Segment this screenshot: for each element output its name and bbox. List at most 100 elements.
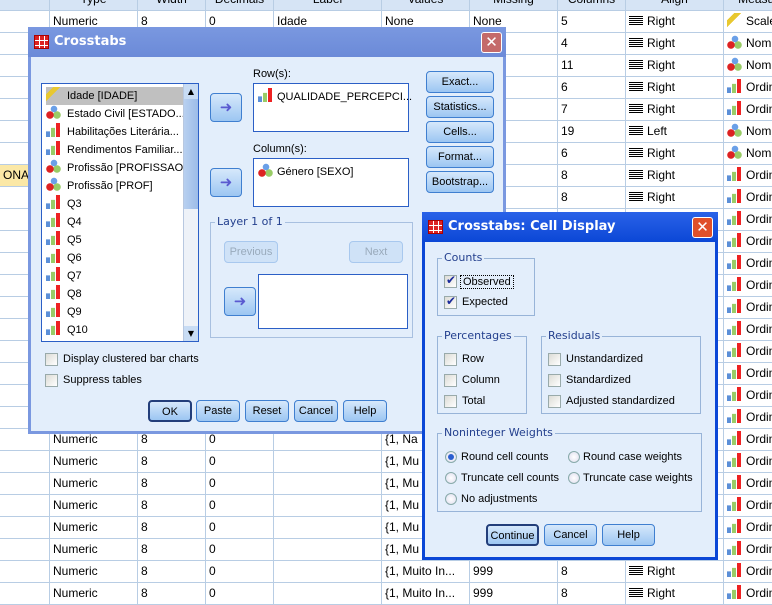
truncate-case-weights-radio[interactable] — [568, 472, 580, 484]
variable-item[interactable]: Estado Civil [ESTADO... — [46, 105, 184, 123]
layer-list[interactable] — [258, 274, 408, 329]
cell-measure[interactable]: Nominal — [724, 143, 772, 165]
title-bar[interactable]: Crosstabs: Cell Display ✕ — [422, 212, 718, 242]
variable-item[interactable]: Profissão [PROF] — [46, 177, 184, 195]
cell-measure[interactable]: Ordinal — [724, 99, 772, 121]
exact-button[interactable]: Exact... — [426, 71, 494, 93]
move-to-layer-button[interactable]: ➜ — [224, 287, 256, 316]
previous-button[interactable]: Previous — [224, 241, 278, 263]
cell-columns[interactable]: 19 — [558, 121, 626, 143]
round-case-weights-radio[interactable] — [568, 451, 580, 463]
column-header-missing[interactable]: Missing — [470, 0, 558, 11]
variable-item[interactable]: Q4 — [46, 213, 184, 231]
cell-width[interactable]: 8 — [138, 451, 206, 473]
help-button[interactable]: Help — [602, 524, 655, 546]
cell-columns[interactable]: 7 — [558, 99, 626, 121]
ok-button[interactable]: OK — [148, 400, 192, 422]
cell-name[interactable] — [0, 495, 50, 517]
cell-decimals[interactable]: 0 — [206, 495, 274, 517]
variable-item[interactable]: Q9 — [46, 303, 184, 321]
cell-align[interactable]: Right — [626, 165, 724, 187]
cell-label[interactable] — [274, 561, 382, 583]
columns-item[interactable]: Género [SEXO] — [258, 163, 353, 178]
cell-columns[interactable]: 6 — [558, 77, 626, 99]
cell-measure[interactable]: Ordinal — [724, 341, 772, 363]
column-checkbox[interactable] — [444, 374, 457, 387]
cell-width[interactable]: 8 — [138, 473, 206, 495]
cell-type[interactable]: Numeric — [50, 451, 138, 473]
cell-align[interactable]: Right — [626, 33, 724, 55]
cell-label[interactable] — [274, 517, 382, 539]
cell-missing[interactable]: 999 — [470, 561, 558, 583]
cell-decimals[interactable]: 0 — [206, 473, 274, 495]
suppress-tables-checkbox[interactable] — [45, 374, 58, 387]
cell-align[interactable]: Right — [626, 99, 724, 121]
unstandardized-checkbox[interactable] — [548, 353, 561, 366]
variable-item[interactable]: Q10 — [46, 321, 184, 339]
cell-width[interactable]: 8 — [138, 495, 206, 517]
variable-item[interactable]: Q8 — [46, 285, 184, 303]
source-variable-list[interactable]: Q10 Q9 Q8 Q7 Q6 Q5 Q4 Q3 Profissão [PROF] Profiss… — [41, 83, 199, 342]
column-header-name[interactable] — [0, 0, 50, 11]
cell-measure[interactable]: Nominal — [724, 55, 772, 77]
column-header-align[interactable]: Align — [626, 0, 724, 11]
cell-width[interactable]: 8 — [138, 561, 206, 583]
cell-measure[interactable]: Ordinal — [724, 473, 772, 495]
cell-type[interactable]: Numeric — [50, 473, 138, 495]
cell-measure[interactable]: Nominal — [724, 121, 772, 143]
column-header-columns[interactable]: Columns — [558, 0, 626, 11]
cell-measure[interactable]: Ordinal — [724, 187, 772, 209]
continue-button[interactable]: Continue — [486, 524, 539, 546]
round-cell-counts-radio[interactable] — [445, 451, 457, 463]
column-header-decimals[interactable]: Decimals — [206, 0, 274, 11]
cell-measure[interactable]: Ordinal — [724, 319, 772, 341]
cell-label[interactable] — [274, 539, 382, 561]
cell-type[interactable]: Numeric — [50, 539, 138, 561]
cancel-button[interactable]: Cancel — [294, 400, 338, 422]
cell-decimals[interactable]: 0 — [206, 561, 274, 583]
cell-align[interactable]: Right — [626, 561, 724, 583]
cell-measure[interactable]: Ordinal — [724, 275, 772, 297]
cell-align[interactable]: Right — [626, 11, 724, 33]
cell-columns[interactable]: 6 — [558, 143, 626, 165]
cell-width[interactable]: 8 — [138, 517, 206, 539]
cell-measure[interactable]: Ordinal — [724, 561, 772, 583]
variable-item[interactable]: Q6 — [46, 249, 184, 267]
cell-align[interactable]: Right — [626, 55, 724, 77]
reset-button[interactable]: Reset — [245, 400, 289, 422]
cell-columns[interactable]: 11 — [558, 55, 626, 77]
cell-width[interactable]: 8 — [138, 539, 206, 561]
cell-align[interactable]: Left — [626, 121, 724, 143]
cell-align[interactable]: Right — [626, 187, 724, 209]
column-header-label[interactable]: Label — [274, 0, 382, 11]
variable-item[interactable]: Q3 — [46, 195, 184, 213]
statistics-button[interactable]: Statistics... — [426, 96, 494, 118]
cell-measure[interactable]: Ordinal — [724, 539, 772, 561]
column-header-measure[interactable]: Measure — [724, 0, 772, 11]
cell-columns[interactable]: 8 — [558, 187, 626, 209]
cancel-button[interactable]: Cancel — [544, 524, 597, 546]
cell-measure[interactable]: Ordinal — [724, 231, 772, 253]
format-button[interactable]: Format... — [426, 146, 494, 168]
cell-align[interactable]: Right — [626, 143, 724, 165]
total-checkbox[interactable] — [444, 395, 457, 408]
cell-name[interactable] — [0, 539, 50, 561]
cell-measure[interactable]: Ordinal — [724, 407, 772, 429]
close-button[interactable]: ✕ — [692, 217, 713, 238]
cell-columns[interactable]: 8 — [558, 561, 626, 583]
cell-label[interactable] — [274, 451, 382, 473]
help-button[interactable]: Help — [343, 400, 387, 422]
row-checkbox[interactable] — [444, 353, 457, 366]
scroll-up-arrow[interactable]: ▲ — [184, 84, 198, 99]
variable-item[interactable]: Idade [IDADE] — [46, 87, 184, 105]
truncate-cell-counts-radio[interactable] — [445, 472, 457, 484]
cell-values[interactable]: {1, Muito In... — [382, 561, 470, 583]
cell-name[interactable] — [0, 561, 50, 583]
cell-measure[interactable]: Ordinal — [724, 495, 772, 517]
cell-measure[interactable]: Ordinal — [724, 165, 772, 187]
clustered-bar-checkbox[interactable] — [45, 353, 58, 366]
cell-align[interactable]: Right — [626, 77, 724, 99]
cell-type[interactable]: Numeric — [50, 561, 138, 583]
column-header-values[interactable]: Values — [382, 0, 470, 11]
cell-measure[interactable]: Ordinal — [724, 297, 772, 319]
